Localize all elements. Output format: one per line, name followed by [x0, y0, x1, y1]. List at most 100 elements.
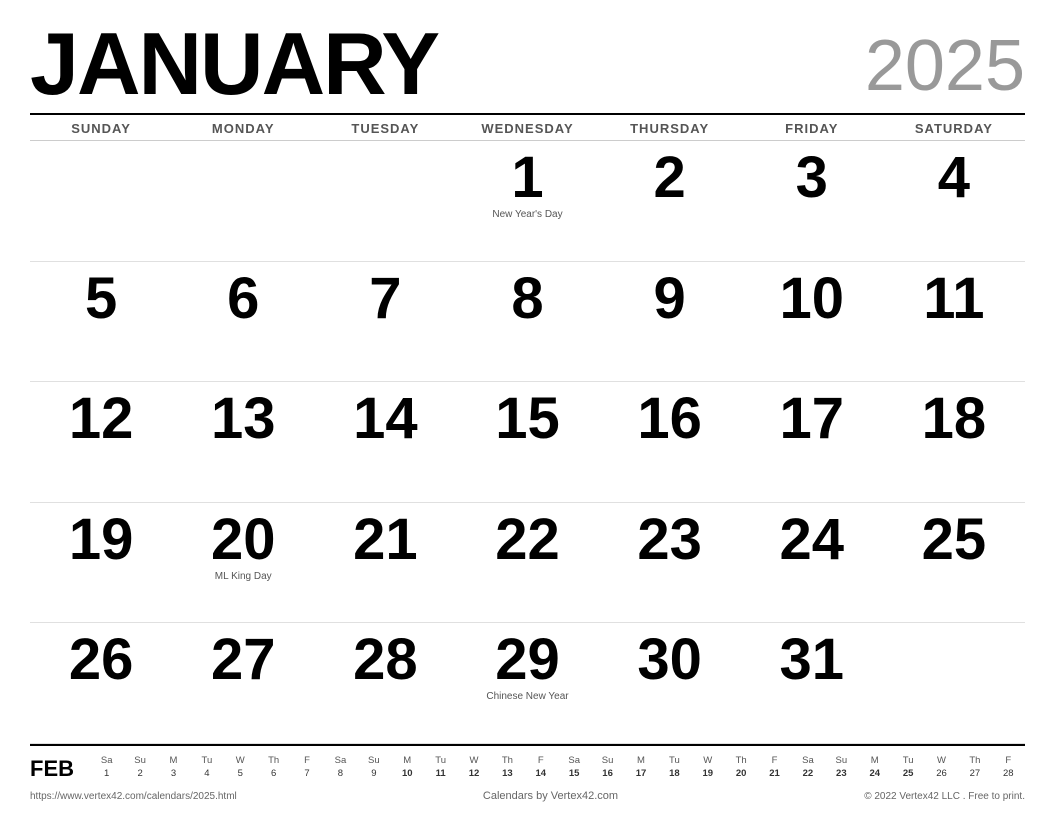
day-number: 19 — [69, 511, 134, 569]
day-header: TUESDAY — [314, 121, 456, 136]
day-cell: 15 — [456, 382, 598, 502]
day-cell: 12 — [30, 382, 172, 502]
mini-header-cell: W — [457, 754, 490, 767]
mini-dates: 1234567891011121314151617181920212223242… — [90, 767, 1025, 780]
day-number: 26 — [69, 631, 134, 689]
mini-date-cell: 12 — [457, 767, 490, 780]
footer-copyright: © 2022 Vertex42 LLC . Free to print. — [864, 791, 1025, 802]
mini-header-cell: W — [925, 754, 958, 767]
day-number: 9 — [654, 270, 686, 328]
mini-date-cell: 28 — [992, 767, 1025, 780]
mini-header-cell: Tu — [891, 754, 924, 767]
day-cell — [30, 141, 172, 261]
mini-header-cell: F — [290, 754, 323, 767]
day-number: 30 — [637, 631, 702, 689]
mini-date-cell: 1 — [90, 767, 123, 780]
day-cell: 6 — [172, 262, 314, 382]
mini-header-cell: F — [992, 754, 1025, 767]
mini-date-cell: 5 — [224, 767, 257, 780]
day-cell: 3 — [741, 141, 883, 261]
mini-calendar-section: FEB SaSuMTuWThFSaSuMTuWThFSaSuMTuWThFSaS… — [30, 744, 1025, 786]
day-cell: 26 — [30, 623, 172, 743]
day-number: 22 — [495, 511, 560, 569]
mini-date-cell: 25 — [891, 767, 924, 780]
day-cell: 30 — [599, 623, 741, 743]
mini-date-cell: 7 — [290, 767, 323, 780]
mini-header-cell: M — [858, 754, 891, 767]
day-number: 31 — [780, 631, 845, 689]
mini-date-cell: 4 — [190, 767, 223, 780]
day-cell — [883, 623, 1025, 743]
calendar-grid: SUNDAYMONDAYTUESDAYWEDNESDAYTHURSDAYFRID… — [30, 113, 1025, 744]
mini-date-cell: 6 — [257, 767, 290, 780]
day-cell: 28 — [314, 623, 456, 743]
header-row: JANUARY 2025 — [30, 20, 1025, 108]
mini-date-cell: 8 — [324, 767, 357, 780]
mini-date-cell: 21 — [758, 767, 791, 780]
day-number: 29 — [495, 631, 560, 689]
day-cell: 23 — [599, 503, 741, 623]
day-cell: 19 — [30, 503, 172, 623]
day-number: 25 — [922, 511, 987, 569]
day-cell — [314, 141, 456, 261]
week-row: 567891011 — [30, 262, 1025, 383]
day-cell: 29Chinese New Year — [456, 623, 598, 743]
day-cell: 9 — [599, 262, 741, 382]
mini-header-cell: Th — [257, 754, 290, 767]
day-header: WEDNESDAY — [456, 121, 598, 136]
week-row: 26 27 28 29Chinese New Year 30 31 — [30, 623, 1025, 744]
day-cell: 20ML King Day — [172, 503, 314, 623]
week-row: 1New Year's Day234 — [30, 141, 1025, 262]
day-header: FRIDAY — [741, 121, 883, 136]
day-number: 24 — [780, 511, 845, 569]
mini-header-cell: Su — [123, 754, 156, 767]
day-cell: 18 — [883, 382, 1025, 502]
day-note: ML King Day — [215, 571, 272, 582]
mini-date-cell: 26 — [925, 767, 958, 780]
mini-date-cell: 10 — [391, 767, 424, 780]
mini-header-cell: Tu — [424, 754, 457, 767]
footer-row: https://www.vertex42.com/calendars/2025.… — [30, 786, 1025, 804]
day-number: 21 — [353, 511, 418, 569]
day-header: SUNDAY — [30, 121, 172, 136]
mini-month-label: FEB — [30, 754, 80, 782]
day-cell: 27 — [172, 623, 314, 743]
day-number: 12 — [69, 390, 134, 448]
day-cell: 17 — [741, 382, 883, 502]
day-cell: 2 — [599, 141, 741, 261]
mini-headers: SaSuMTuWThFSaSuMTuWThFSaSuMTuWThFSaSuMTu… — [90, 754, 1025, 767]
day-cell: 4 — [883, 141, 1025, 261]
day-number: 23 — [637, 511, 702, 569]
day-number: 13 — [211, 390, 276, 448]
mini-header-cell: M — [391, 754, 424, 767]
day-number: 1 — [511, 149, 543, 207]
day-header: MONDAY — [172, 121, 314, 136]
mini-header-cell: Sa — [90, 754, 123, 767]
day-number: 10 — [780, 270, 845, 328]
day-header: SATURDAY — [883, 121, 1025, 136]
day-number: 14 — [353, 390, 418, 448]
mini-header-cell: Th — [724, 754, 757, 767]
day-header: THURSDAY — [599, 121, 741, 136]
mini-header-cell: W — [691, 754, 724, 767]
mini-header-cell: Sa — [324, 754, 357, 767]
weeks-container: 1New Year's Day2345678910111213141516171… — [30, 141, 1025, 744]
mini-header-cell: Sa — [557, 754, 590, 767]
day-headers: SUNDAYMONDAYTUESDAYWEDNESDAYTHURSDAYFRID… — [30, 113, 1025, 141]
mini-header-cell: Su — [825, 754, 858, 767]
mini-date-cell: 18 — [658, 767, 691, 780]
mini-header-cell: F — [524, 754, 557, 767]
day-number: 15 — [495, 390, 560, 448]
day-number: 2 — [654, 149, 686, 207]
mini-date-cell: 24 — [858, 767, 891, 780]
mini-date-cell: 11 — [424, 767, 457, 780]
day-number: 28 — [353, 631, 418, 689]
mini-date-cell: 20 — [724, 767, 757, 780]
footer-link: https://www.vertex42.com/calendars/2025.… — [30, 791, 237, 802]
day-number: 7 — [369, 270, 401, 328]
mini-header-cell: F — [758, 754, 791, 767]
day-cell: 31 — [741, 623, 883, 743]
day-number: 16 — [637, 390, 702, 448]
mini-grid: SaSuMTuWThFSaSuMTuWThFSaSuMTuWThFSaSuMTu… — [90, 754, 1025, 781]
day-number: 4 — [938, 149, 970, 207]
